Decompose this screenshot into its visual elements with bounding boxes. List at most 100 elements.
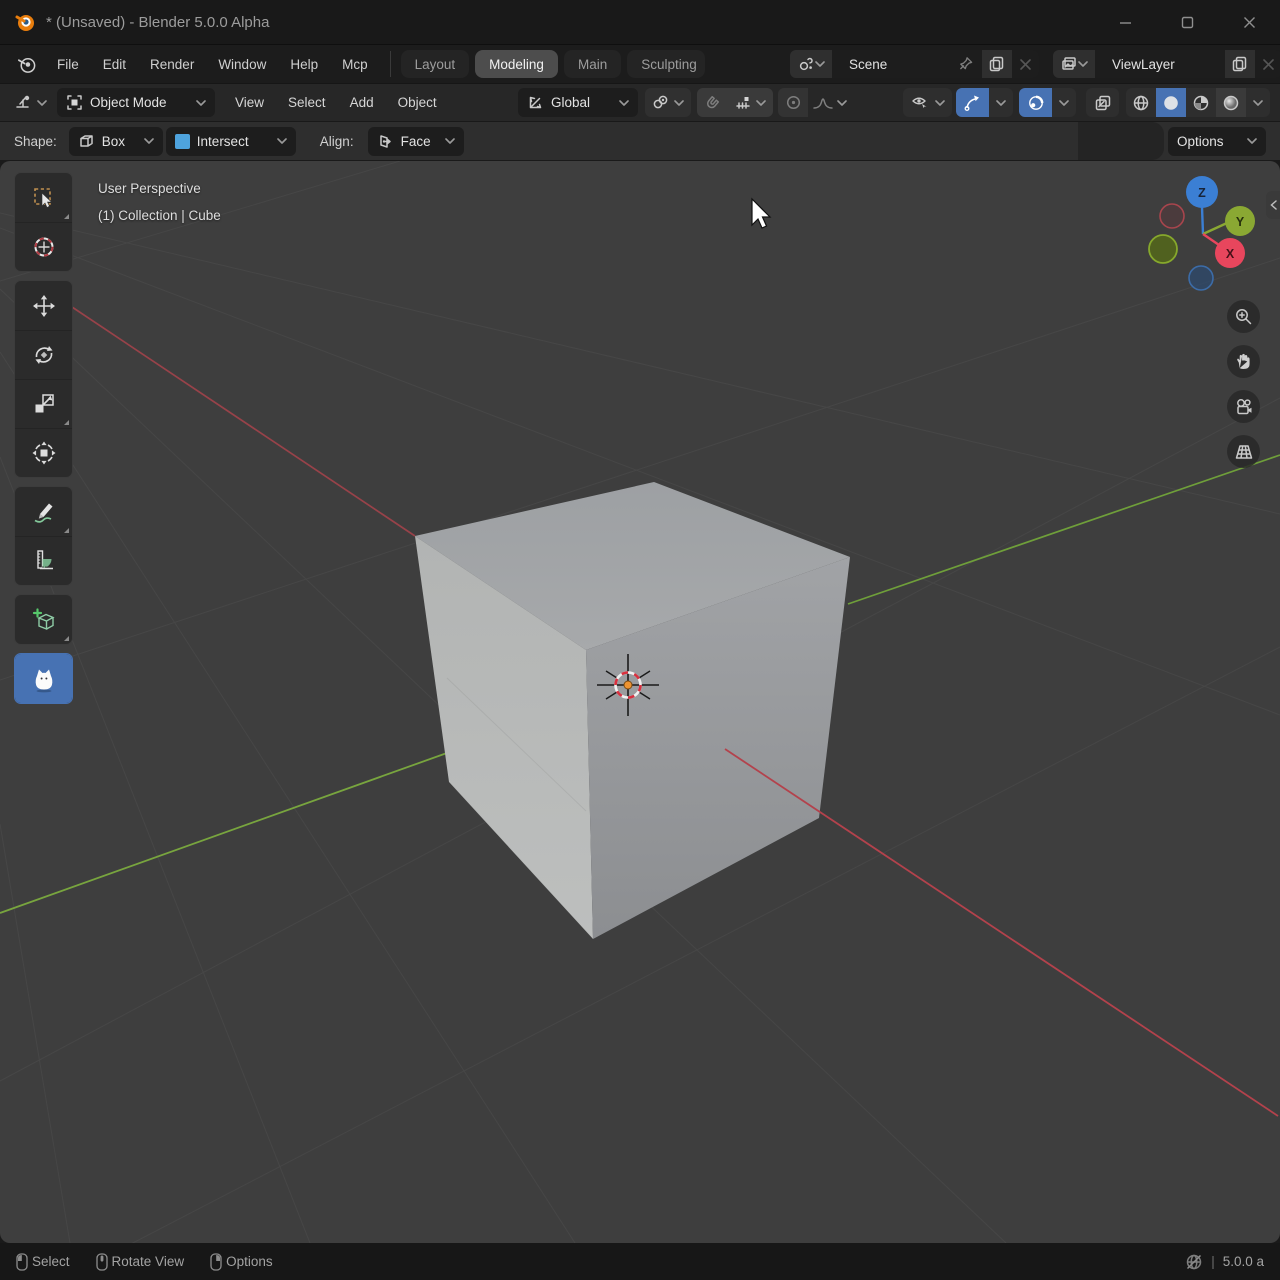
- duplicate-icon: [1232, 56, 1247, 72]
- show-gizmo-dropdown[interactable]: [903, 88, 952, 117]
- tool-tweak-select[interactable]: [15, 173, 72, 222]
- blender-logo: [15, 15, 34, 31]
- viewlayer-new-button[interactable]: [1225, 50, 1255, 78]
- menu-window[interactable]: Window: [206, 52, 278, 77]
- shading-wireframe-button[interactable]: [1126, 88, 1156, 117]
- title-bar: * (Unsaved) - Blender 5.0.0 Alpha: [0, 0, 1280, 44]
- tool-annotate[interactable]: [15, 487, 72, 536]
- close-button[interactable]: [1218, 0, 1280, 44]
- network-offline-icon[interactable]: [1185, 1253, 1203, 1271]
- align-label: Align:: [319, 133, 354, 149]
- tool-measure[interactable]: [15, 536, 72, 585]
- align-dropdown[interactable]: Face: [367, 126, 464, 156]
- shape-dropdown[interactable]: Box: [68, 126, 163, 156]
- minimize-button[interactable]: [1094, 0, 1156, 44]
- camera-view-button[interactable]: [1227, 390, 1260, 423]
- viewlayer-browse-button[interactable]: [1053, 50, 1095, 78]
- material-preview-icon: [1193, 95, 1209, 110]
- menu-file[interactable]: File: [45, 52, 91, 77]
- orthographic-toggle-button[interactable]: [1227, 435, 1260, 468]
- workspace-tab-modeling[interactable]: Modeling: [475, 50, 558, 78]
- blender-menu-icon[interactable]: [16, 54, 37, 75]
- object-origin-dot: [623, 680, 633, 690]
- editor-type-button[interactable]: [14, 93, 47, 113]
- gizmo-y-label: Y: [1236, 215, 1245, 229]
- tool-options-dropdown[interactable]: Options: [1168, 126, 1266, 156]
- scene-new-button[interactable]: [982, 50, 1012, 78]
- tool-add-cube[interactable]: [15, 595, 72, 644]
- zoom-button[interactable]: [1227, 300, 1260, 333]
- workspace-tab-sculpting[interactable]: Sculpting: [627, 50, 706, 78]
- menu-select[interactable]: Select: [276, 90, 338, 115]
- navigation-gizmo[interactable]: Z Y X: [1148, 176, 1255, 291]
- gizmos-dropdown[interactable]: [989, 88, 1013, 117]
- snap-toggle-button[interactable]: [697, 88, 727, 117]
- hint-select: Select: [16, 1252, 70, 1271]
- shading-material-button[interactable]: [1186, 88, 1216, 117]
- gizmo-x-label: X: [1226, 247, 1235, 261]
- snapping-group: [697, 88, 773, 117]
- status-bar: Select Rotate View Options | 5.0.0 a: [0, 1243, 1280, 1280]
- snap-target-dropdown[interactable]: [727, 88, 773, 117]
- scene-delete-button[interactable]: [1012, 50, 1039, 78]
- menu-mcp[interactable]: Mcp: [330, 52, 380, 77]
- pan-hand-button[interactable]: [1227, 345, 1260, 378]
- duplicate-icon: [989, 56, 1004, 72]
- viewlayer-delete-button[interactable]: [1255, 50, 1280, 78]
- menu-render[interactable]: Render: [138, 52, 206, 77]
- overlays-dropdown[interactable]: [1052, 88, 1076, 117]
- pivot-point-dropdown[interactable]: [645, 88, 691, 117]
- scene-name-field[interactable]: Scene: [832, 50, 982, 78]
- boolean-mode-dropdown[interactable]: Intersect: [165, 126, 296, 156]
- orientation-dropdown[interactable]: Global: [518, 88, 638, 117]
- tool-scale[interactable]: [15, 379, 72, 428]
- context-breadcrumb: (1) Collection | Cube: [98, 208, 221, 223]
- status-right: | 5.0.0 a: [1185, 1253, 1264, 1271]
- toolbar: [14, 172, 73, 712]
- overlays-toggle-group: [1019, 88, 1076, 117]
- viewport-3d[interactable]: Z Y X User Perspective (1) Collection | …: [0, 161, 1280, 1243]
- workspace-tab-layout[interactable]: Layout: [400, 50, 470, 78]
- scene-icon: [799, 57, 813, 71]
- menu-object[interactable]: Object: [386, 90, 449, 115]
- rendered-shading-icon: [1223, 95, 1239, 110]
- workspace-tab-main[interactable]: Main: [563, 50, 622, 78]
- gizmo-axis-negx[interactable]: [1159, 203, 1185, 229]
- tool-transform[interactable]: [15, 428, 72, 477]
- tool-rotate[interactable]: [15, 330, 72, 379]
- shading-rendered-button[interactable]: [1216, 88, 1246, 117]
- gizmos-toggle-button[interactable]: [956, 88, 989, 117]
- scene-canvas[interactable]: Z Y X: [0, 161, 1280, 1243]
- viewlayer-name-field[interactable]: ViewLayer: [1095, 50, 1225, 78]
- hint-options: Options: [210, 1252, 273, 1271]
- middle-mouse-icon: [95, 1252, 108, 1271]
- xray-toggle-button[interactable]: [1086, 88, 1119, 117]
- proportional-edit-toggle[interactable]: [778, 88, 808, 117]
- tool-move[interactable]: [15, 281, 72, 330]
- shading-solid-button[interactable]: [1156, 88, 1186, 117]
- shading-dropdown[interactable]: [1246, 88, 1270, 117]
- menu-edit[interactable]: Edit: [91, 52, 138, 77]
- maximize-button[interactable]: [1156, 0, 1218, 44]
- gizmo-axis-negy[interactable]: [1148, 234, 1178, 264]
- gizmo-axis-negz[interactable]: [1188, 265, 1214, 291]
- solid-shading-icon: [1164, 95, 1178, 110]
- viewport-overlay-text: User Perspective (1) Collection | Cube: [98, 175, 221, 229]
- scene-browse-button[interactable]: [790, 50, 832, 78]
- tool-custom-brush[interactable]: [15, 654, 72, 703]
- mode-dropdown[interactable]: Object Mode: [57, 88, 215, 117]
- sidebar-toggle[interactable]: [1266, 191, 1280, 219]
- tool-cursor-3d[interactable]: [15, 222, 72, 271]
- overlays-toggle-button[interactable]: [1019, 88, 1052, 117]
- close-icon: [1263, 58, 1274, 70]
- viewlayer-icon: [1062, 57, 1076, 70]
- menu-view[interactable]: View: [223, 90, 276, 115]
- menu-help[interactable]: Help: [278, 52, 330, 77]
- snap-increment-icon: [736, 96, 750, 109]
- view-name: User Perspective: [98, 181, 201, 196]
- proportional-falloff-dropdown[interactable]: [808, 88, 852, 117]
- menu-add[interactable]: Add: [338, 90, 386, 115]
- cube-object[interactable]: [415, 482, 850, 940]
- menu-bar: File Edit Render Window Help Mcp Layout …: [0, 44, 1280, 83]
- pin-icon[interactable]: [959, 56, 975, 72]
